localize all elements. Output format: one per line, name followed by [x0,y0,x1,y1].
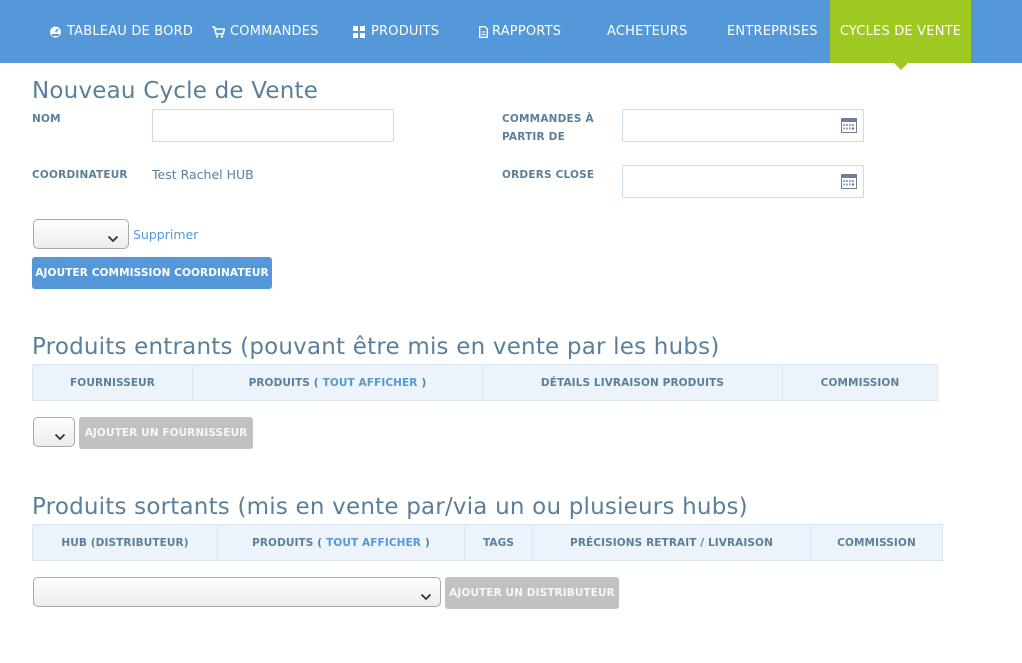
column-products-prefix: PRODUITS ( [252,536,323,549]
column-products-suffix: ) [425,536,430,549]
name-label: NOM [32,113,61,125]
outgoing-table-header: HUB (DISTRIBUTEUR) PRODUITS ( TOUT AFFIC… [32,524,943,561]
nav-item-label: RAPPORTS [492,24,562,39]
show-all-link[interactable]: TOUT AFFICHER [323,377,418,389]
coordinator-label: COORDINATEUR [32,169,128,181]
chevron-down-icon [54,427,66,441]
nav-item-enterprises[interactable]: ENTREPRISES [727,0,818,63]
nav-item-dashboard[interactable]: TABLEAU DE BORD [48,0,193,63]
name-input[interactable] [152,109,394,142]
nav-item-reports[interactable]: RAPPORTS [478,0,561,63]
nav-item-customers[interactable]: ACHETEURS [607,0,688,63]
column-products: PRODUITS ( TOUT AFFICHER ) [193,365,483,400]
column-tags: TAGS [465,525,533,560]
nav-item-order-cycles[interactable]: CYCLES DE VENTE [830,0,971,70]
column-products-prefix: PRODUITS ( [248,376,319,389]
add-distributor-button[interactable]: AJOUTER UN DISTRIBUTEUR [445,577,619,609]
orders-close-date-field[interactable] [622,165,864,198]
nav-item-label: COMMANDES [230,24,319,39]
nav-item-label: ENTREPRISES [727,24,818,39]
outgoing-title: Produits sortants (mis en vente par/via … [32,494,748,520]
column-pickup-details: PRÉCISIONS RETRAIT / LIVRAISON [533,525,811,560]
coordinator-fee-select[interactable] [33,219,129,249]
column-delivery-details: DÉTAILS LIVRAISON PRODUITS [483,365,783,400]
orders-open-date-field[interactable] [622,109,864,142]
nav-item-label: TABLEAU DE BORD [67,24,194,39]
supplier-select[interactable] [33,417,75,447]
orders-open-label-line2: PARTIR DE [502,131,565,143]
column-products-suffix: ) [421,376,427,389]
chevron-down-icon [420,587,432,601]
incoming-table-header: FOURNISSEUR PRODUITS ( TOUT AFFICHER ) D… [32,364,938,401]
delete-fee-link[interactable]: Supprimer [133,227,198,242]
column-supplier: FOURNISSEUR [33,365,193,400]
show-all-link[interactable]: TOUT AFFICHER [326,537,421,549]
cart-icon [211,25,225,39]
orders-open-label: COMMANDES À PARTIR DE [502,110,594,146]
orders-open-label-line1: COMMANDES À [502,113,594,125]
nav-item-label: ACHETEURS [607,24,688,39]
grid-icon [352,25,366,39]
chevron-down-icon [107,229,119,243]
main-nav: TABLEAU DE BORD COMMANDES PRODUITS RAPPO… [0,0,1022,70]
nav-item-label: CYCLES DE VENTE [839,24,962,39]
column-products: PRODUITS ( TOUT AFFICHER ) [218,525,465,560]
add-coordinator-fee-button[interactable]: AJOUTER COMMISSION COORDINATEUR [32,257,272,289]
document-icon [478,25,488,39]
column-hub: HUB (DISTRIBUTEUR) [33,525,218,560]
nav-item-label: PRODUITS [371,24,440,39]
column-fees: COMMISSION [820,376,900,389]
dashboard-icon [48,25,62,39]
incoming-title: Produits entrants (pouvant être mis en v… [32,334,720,360]
orders-close-label: ORDERS CLOSE [502,169,595,181]
page-title: Nouveau Cycle de Vente [32,78,319,104]
calendar-icon[interactable] [841,174,857,189]
nav-item-orders[interactable]: COMMANDES [211,0,319,63]
coordinator-value: Test Rachel HUB [152,167,254,182]
nav-item-products[interactable]: PRODUITS [352,0,439,63]
column-fees: COMMISSION [837,536,916,549]
add-supplier-button[interactable]: AJOUTER UN FOURNISSEUR [79,417,253,449]
distributor-select[interactable] [33,577,441,607]
calendar-icon[interactable] [841,118,857,133]
